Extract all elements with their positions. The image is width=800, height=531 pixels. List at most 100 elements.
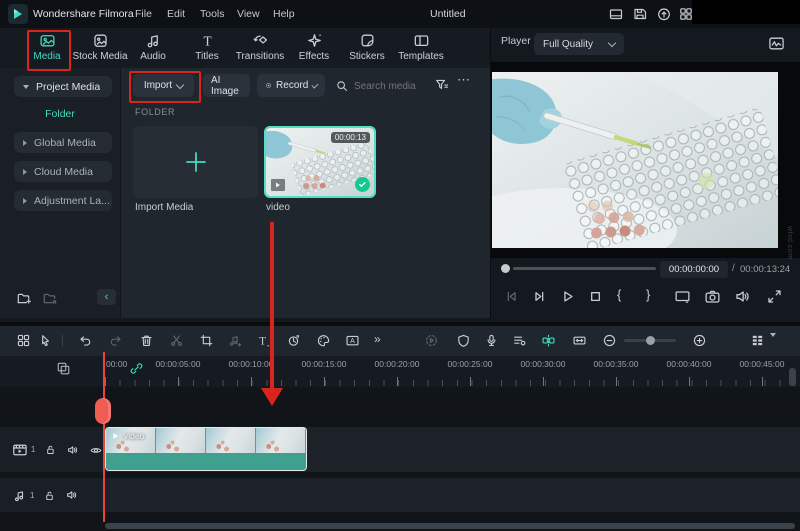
redo-icon[interactable] [108, 333, 123, 351]
menu-file[interactable]: File [135, 8, 152, 20]
media-panel: Import AI Image Record ⋯ FOLDER Import M… [121, 68, 490, 318]
lock-icon[interactable] [43, 489, 56, 502]
motion-tracking-icon[interactable]: A [345, 333, 360, 351]
sidebar-item-global-media[interactable]: Global Media [14, 132, 112, 153]
menu-tools[interactable]: Tools [200, 8, 225, 20]
timeline-ruler[interactable]: 00:00 00:00:05:00 00:00:10:00 00:00:15:0… [0, 356, 800, 387]
tab-titles[interactable]: T Titles [179, 32, 235, 62]
record-button-label: Record [276, 80, 309, 91]
app-logo-icon [8, 4, 28, 27]
video-tile-label: video [266, 202, 290, 213]
chevron-down-icon[interactable] [770, 333, 776, 349]
sidebar-item-folder[interactable]: Folder [0, 108, 120, 120]
zoom-out-icon[interactable] [602, 333, 617, 351]
stop-icon[interactable] [587, 288, 604, 308]
crop-icon[interactable] [199, 333, 214, 351]
lock-icon[interactable] [44, 443, 57, 456]
tab-audio[interactable]: Audio [125, 32, 181, 62]
ruler-label: 00:00:05:00 [155, 359, 201, 369]
ai-image-button[interactable]: AI Image [203, 74, 250, 97]
proxy-badge-icon [270, 178, 286, 192]
annotation-box-media-tab [27, 30, 71, 71]
mark-in-icon[interactable]: { [617, 287, 621, 302]
filter-icon[interactable] [434, 77, 449, 95]
collapse-sidebar-button[interactable]: ‹ [97, 289, 116, 305]
mute-icon[interactable] [65, 488, 79, 502]
fullscreen-icon[interactable] [766, 288, 783, 308]
volume-icon[interactable] [734, 288, 751, 308]
annotation-arrow-shaft [270, 222, 274, 388]
ruler-label: 00:00:35:00 [593, 359, 639, 369]
scope-monitor-icon[interactable] [768, 35, 785, 55]
more-tools-icon[interactable]: » [374, 332, 381, 346]
mute-icon[interactable] [66, 443, 80, 457]
video-thumbnail-tile[interactable]: 00:00:13 [264, 126, 376, 198]
timeline-horizontal-scrollbar[interactable] [105, 523, 795, 529]
timeline-toolbar: T A » [0, 322, 800, 356]
tab-transitions[interactable]: Transitions [232, 32, 288, 62]
menu-view[interactable]: View [237, 8, 260, 20]
ruler-label: 00:00:25:00 [447, 359, 493, 369]
mark-out-icon[interactable]: } [646, 287, 650, 302]
sidebar-item-project-media[interactable]: Project Media [14, 76, 112, 97]
detach-audio-icon[interactable] [227, 333, 242, 351]
zoom-in-icon[interactable] [692, 333, 707, 351]
next-frame-icon[interactable] [531, 288, 548, 308]
voiceover-mic-icon[interactable] [484, 333, 499, 351]
sidebar-item-adjustment-layer[interactable]: Adjustment La... [14, 190, 112, 211]
timeline-vertical-scrollbar[interactable] [789, 368, 796, 386]
app-name: Wondershare Filmora [33, 8, 134, 20]
select-tool-icon[interactable] [38, 333, 53, 351]
delete-folder-icon[interactable] [42, 290, 58, 309]
layout-icon[interactable] [608, 6, 624, 25]
menu-edit[interactable]: Edit [167, 8, 185, 20]
audio-mixer-icon[interactable] [512, 333, 527, 351]
ruler-label: 00:00:20:00 [374, 359, 420, 369]
eye-icon[interactable] [89, 443, 103, 457]
snapshot-camera-icon[interactable] [704, 288, 721, 308]
menu-help[interactable]: Help [273, 8, 295, 20]
auto-ripple-link-icon[interactable] [129, 361, 144, 379]
delete-icon[interactable] [139, 333, 154, 351]
scrubber-track[interactable] [513, 267, 656, 270]
split-scissors-icon[interactable] [169, 333, 184, 351]
playhead-line[interactable] [103, 352, 105, 522]
speed-icon[interactable] [286, 333, 301, 351]
marker-icon[interactable] [56, 361, 71, 379]
timeline-layout-icon[interactable] [16, 333, 31, 351]
display-device-icon[interactable] [674, 288, 691, 308]
previous-frame-icon[interactable] [503, 288, 520, 308]
scrubber-handle[interactable] [501, 264, 510, 273]
tab-stickers-label: Stickers [349, 51, 385, 62]
undo-icon[interactable] [78, 333, 93, 351]
new-folder-icon[interactable] [16, 290, 32, 309]
render-preview-icon[interactable] [424, 333, 439, 351]
record-button[interactable]: Record [257, 74, 325, 97]
zoom-slider-handle[interactable] [646, 336, 655, 345]
quick-split-icon[interactable] [541, 333, 556, 351]
play-icon[interactable] [559, 288, 576, 308]
save-icon[interactable] [632, 6, 648, 25]
total-timecode: 00:00:13:24 [740, 264, 791, 275]
tab-templates[interactable]: Templates [393, 32, 449, 62]
export-icon[interactable] [656, 6, 672, 25]
sidebar-item-cloud-media[interactable]: Cloud Media [14, 161, 112, 182]
timeline-video-clip[interactable]: video [105, 427, 307, 471]
clip-name-label: video [124, 431, 145, 441]
playhead-handle[interactable] [95, 398, 111, 424]
tab-stickers[interactable]: Stickers [339, 32, 395, 62]
import-media-tile[interactable] [133, 126, 258, 198]
more-options-icon[interactable]: ⋯ [457, 72, 471, 88]
mask-shield-icon[interactable] [456, 333, 471, 351]
tab-effects[interactable]: Effects [286, 32, 342, 62]
quality-dropdown[interactable]: Full Quality [534, 33, 624, 55]
add-text-icon[interactable]: T [256, 333, 271, 351]
tab-stock-media[interactable]: Stock Media [72, 32, 128, 62]
track-manager-icon[interactable] [750, 333, 765, 351]
audio-track-lane[interactable] [103, 478, 800, 512]
folder-section-header: FOLDER [135, 107, 176, 117]
search-icon [335, 79, 349, 96]
fit-timeline-icon[interactable] [572, 333, 587, 351]
color-palette-icon[interactable] [316, 333, 331, 351]
search-input[interactable] [352, 74, 444, 99]
